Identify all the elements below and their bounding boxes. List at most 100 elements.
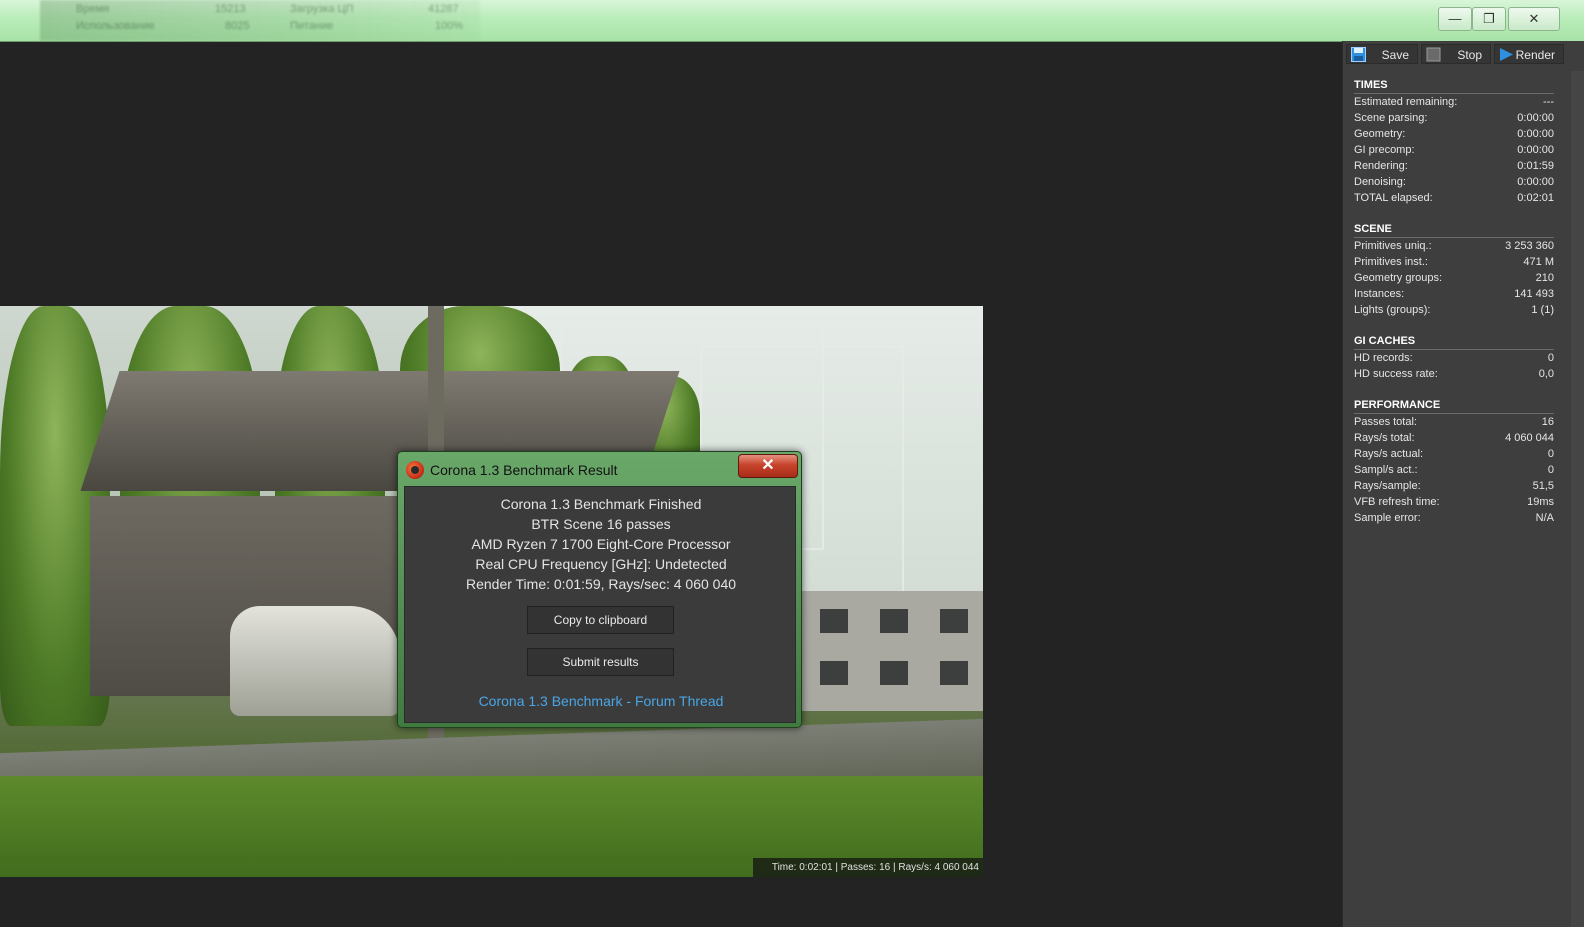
stat-row: Rays/s actual: 0 [1354, 446, 1554, 462]
stat-value: 0,0 [1538, 368, 1554, 380]
stat-value: 1 (1) [1531, 304, 1554, 316]
stat-label: Instances: [1354, 288, 1405, 300]
stat-row: HD records: 0 [1354, 350, 1554, 366]
benchmark-result-dialog: Corona 1.3 Benchmark Result ✕ Corona 1.3… [397, 451, 802, 728]
stats-side-panel: Save Stop Render TIMES Estimated remaini… [1342, 41, 1584, 927]
stat-value: 0:00:00 [1517, 176, 1554, 188]
stat-row: TOTAL elapsed: 0:02:01 [1354, 190, 1554, 206]
minimize-button[interactable]: — [1438, 7, 1472, 31]
stat-value: 19ms [1527, 496, 1554, 508]
render-window [940, 661, 968, 685]
render-building [800, 591, 983, 711]
stat-row: Rendering: 0:01:59 [1354, 158, 1554, 174]
stat-value: 3 253 360 [1505, 240, 1554, 252]
ghost-label: 100% [435, 20, 464, 32]
result-line: Render Time: 0:01:59, Rays/sec: 4 060 04… [465, 576, 737, 592]
stat-label: Rays/sample: [1354, 480, 1421, 492]
stop-button[interactable]: Stop [1421, 44, 1491, 64]
save-button[interactable]: Save [1346, 44, 1418, 64]
section-title: SCENE [1354, 221, 1554, 238]
stat-value: 471 M [1523, 256, 1554, 268]
stat-row: Passes total: 16 [1354, 414, 1554, 430]
stat-value: N/A [1535, 512, 1554, 524]
ghost-label: 15213 [215, 3, 246, 15]
stat-label: Primitives inst.: [1354, 256, 1428, 268]
stat-label: HD success rate: [1354, 368, 1438, 380]
submit-results-button[interactable]: Submit results [527, 648, 674, 676]
stat-value: 0 [1547, 464, 1554, 476]
stat-label: Primitives uniq.: [1354, 240, 1432, 252]
stat-label: Scene parsing: [1354, 112, 1428, 124]
render-button[interactable]: Render [1494, 44, 1564, 64]
stop-icon [1426, 47, 1441, 62]
render-window [820, 609, 848, 633]
render-window [880, 609, 908, 633]
stat-value: 0 [1547, 352, 1554, 364]
ghost-label: 41287 [428, 3, 459, 15]
stat-label: Estimated remaining: [1354, 96, 1458, 108]
maximize-button[interactable]: ❐ [1472, 7, 1506, 31]
stat-value: 0 [1547, 448, 1554, 460]
stat-value: 141 493 [1514, 288, 1554, 300]
minimize-icon: — [1448, 11, 1462, 26]
dialog-close-button[interactable]: ✕ [738, 454, 798, 478]
ghost-label: Использование [76, 20, 155, 32]
dialog-body: Corona 1.3 Benchmark Finished BTR Scene … [404, 486, 796, 723]
stat-row: Lights (groups): 1 (1) [1354, 302, 1554, 318]
render-button-label: Render [1515, 48, 1555, 62]
stat-row: Rays/sample: 51,5 [1354, 478, 1554, 494]
stat-label: VFB refresh time: [1354, 496, 1440, 508]
stat-row: Geometry: 0:00:00 [1354, 126, 1554, 142]
section-title: TIMES [1354, 77, 1554, 94]
panel-scrollbar[interactable] [1571, 71, 1584, 927]
save-icon [1351, 47, 1366, 62]
stat-label: Sample error: [1354, 512, 1421, 524]
result-line: AMD Ryzen 7 1700 Eight-Core Processor [471, 536, 731, 552]
forum-thread-link[interactable]: Corona 1.3 Benchmark - Forum Thread [405, 693, 797, 709]
play-icon [1500, 48, 1513, 61]
stat-value: 0:02:01 [1517, 192, 1554, 204]
performance-section: PERFORMANCE Passes total: 16 Rays/s total… [1354, 397, 1554, 526]
copy-to-clipboard-button[interactable]: Copy to clipboard [527, 606, 674, 634]
ghost-label: Время [76, 3, 110, 15]
stat-row: Geometry groups: 210 [1354, 270, 1554, 286]
render-toolbar: Save Stop Render [1343, 41, 1584, 68]
stat-label: TOTAL elapsed: [1354, 192, 1433, 204]
stat-row: Sample error: N/A [1354, 510, 1554, 526]
result-line: Real CPU Frequency [GHz]: Undetected [475, 556, 727, 572]
render-window [880, 661, 908, 685]
result-line: BTR Scene 16 passes [531, 516, 671, 532]
stat-row: Primitives uniq.: 3 253 360 [1354, 238, 1554, 254]
render-window [820, 661, 848, 685]
stat-row: HD success rate: 0,0 [1354, 366, 1554, 382]
window-close-button[interactable]: ✕ [1508, 7, 1560, 31]
stat-label: Rendering: [1354, 160, 1408, 172]
background-window-ghost: Время 15213 Загрузка ЦП 41287 Использова… [40, 0, 480, 41]
stat-label: Lights (groups): [1354, 304, 1431, 316]
stat-row: Denoising: 0:00:00 [1354, 174, 1554, 190]
save-button-label: Save [1381, 48, 1409, 62]
stat-label: Sampl/s act.: [1354, 464, 1418, 476]
stat-value: 51,5 [1532, 480, 1554, 492]
section-title: GI CACHES [1354, 333, 1554, 350]
stat-value: 16 [1541, 416, 1554, 428]
stat-value: 0:00:00 [1517, 128, 1554, 140]
times-section: TIMES Estimated remaining: --- Scene pars… [1354, 77, 1554, 206]
section-title: PERFORMANCE [1354, 397, 1554, 414]
close-icon: ✕ [1528, 11, 1540, 26]
stat-row: Sampl/s act.: 0 [1354, 462, 1554, 478]
stat-row: Rays/s total: 4 060 044 [1354, 430, 1554, 446]
render-status-line: Time: 0:02:01 | Passes: 16 | Rays/s: 4 0… [753, 858, 983, 877]
stat-row: VFB refresh time: 19ms [1354, 494, 1554, 510]
stat-value: 4 060 044 [1505, 432, 1554, 444]
ghost-label: Питание [290, 20, 334, 32]
gi-caches-section: GI CACHES HD records: 0 HD success rate: 0… [1354, 333, 1554, 382]
stat-label: HD records: [1354, 352, 1413, 364]
stat-value: --- [1543, 96, 1554, 108]
stop-button-label: Stop [1457, 48, 1482, 62]
stat-row: Primitives inst.: 471 M [1354, 254, 1554, 270]
window-title-bar: Время 15213 Загрузка ЦП 41287 Использова… [0, 0, 1584, 42]
stat-label: Rays/s total: [1354, 432, 1415, 444]
stat-row: Instances: 141 493 [1354, 286, 1554, 302]
scene-section: SCENE Primitives uniq.: 3 253 360 Primiti… [1354, 221, 1554, 318]
